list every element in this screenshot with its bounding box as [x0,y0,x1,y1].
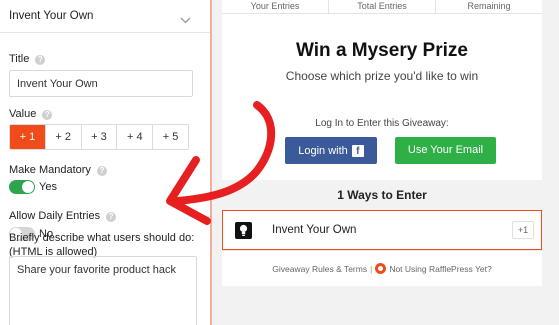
toggle-knob [22,181,34,193]
rafflepress-icon [375,263,387,274]
describe-label: Briefly describe what users should do: (… [9,232,195,258]
entries-stats-bar: Your Entries Total Entries Remaining [222,0,542,14]
panel-header-title: Invent Your Own [9,10,94,22]
giveaway-title: Win a Mysery Prize [296,40,468,61]
panel-header[interactable]: Invent Your Own [0,0,210,33]
giveaway-footer: Giveaway Rules & Terms | Not Using Raffl… [222,250,542,286]
mandatory-toggle[interactable] [9,180,35,194]
mandatory-label: Make Mandatory? [9,164,107,176]
mandatory-state: Yes [39,181,57,193]
facebook-icon: f [351,144,364,157]
help-icon[interactable]: ? [96,166,107,176]
title-input[interactable]: Invent Your Own [9,70,193,97]
help-icon[interactable]: ? [42,110,53,120]
help-icon[interactable]: ? [35,55,46,65]
giveaway-preview: Your Entries Total Entries Remaining Win… [212,0,559,325]
value-option-5[interactable]: + 5 [153,125,188,149]
title-label-text: Title [9,53,30,65]
footer-separator: | [370,263,373,274]
value-selector: + 1 + 2 + 3 + 4 + 5 [9,124,189,150]
lightbulb-icon [235,222,252,239]
entry-method-row[interactable]: Invent Your Own +1 [222,210,542,250]
describe-textarea[interactable]: Share your favorite product hack [9,256,197,325]
stat-total-entries: Total Entries [329,0,436,13]
value-option-3[interactable]: + 3 [81,125,118,149]
value-option-1[interactable]: + 1 [10,125,46,149]
mandatory-label-text: Make Mandatory [9,164,91,176]
left-settings-panel: Invent Your Own Title? Invent Your Own V… [0,0,210,325]
not-using-link[interactable]: Not Using RafflePress Yet? [389,264,491,274]
rules-link[interactable]: Giveaway Rules & Terms [272,264,367,274]
chevron-down-icon[interactable] [180,11,191,29]
use-email-button[interactable]: Use Your Email [395,137,496,164]
title-label: Title? [9,53,46,65]
value-option-2[interactable]: + 2 [45,125,82,149]
value-label: Value? [9,108,53,120]
login-button-label: Login with [298,144,348,157]
value-option-4[interactable]: + 4 [117,125,154,149]
daily-entries-label-text: Allow Daily Entries [9,210,101,222]
help-icon[interactable]: ? [106,212,117,222]
login-facebook-button[interactable]: Login with f [285,137,377,164]
giveaway-card: Win a Mysery Prize Choose which prize yo… [222,14,542,180]
daily-entries-label: Allow Daily Entries? [9,210,117,222]
entry-method-name: Invent Your Own [272,224,357,236]
ways-to-enter-heading: 1 Ways to Enter [222,180,542,210]
value-label-text: Value [9,108,37,120]
login-prompt: Log In to Enter this Giveaway: [315,118,449,129]
giveaway-subtitle: Choose which prize you'd like to win [285,69,479,83]
stat-remaining: Remaining [467,1,511,11]
stat-your-entries: Your Entries [222,0,329,13]
entry-points-badge: +1 [512,221,534,239]
